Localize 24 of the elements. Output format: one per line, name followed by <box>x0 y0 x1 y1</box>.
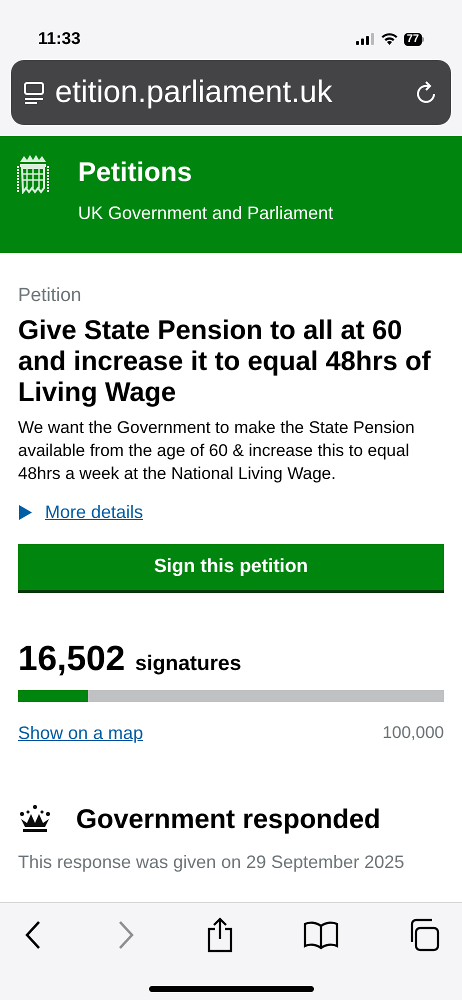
response-date: This response was given on 29 September 2025 <box>18 851 406 874</box>
signatures-label: signatures <box>135 651 242 677</box>
page-menu-icon[interactable] <box>23 80 45 104</box>
signal-icon <box>356 33 375 45</box>
wifi-icon <box>380 33 398 45</box>
url-text: etition.parliament.uk <box>55 73 334 112</box>
more-details-link[interactable]: More details <box>45 499 144 526</box>
address-bar[interactable]: etition.parliament.uk <box>11 60 451 125</box>
status-time: 11:33 <box>38 28 81 50</box>
signature-count: 16,502 <box>18 638 126 680</box>
disclosure-triangle-icon[interactable] <box>18 505 33 520</box>
header-title[interactable]: Petitions <box>78 154 334 190</box>
portcullis-icon <box>17 154 49 194</box>
show-map-link[interactable]: Show on a map <box>18 720 144 746</box>
header-subtitle: UK Government and Parliament <box>78 202 334 225</box>
sign-petition-button[interactable]: Sign this petition <box>18 544 444 593</box>
book-icon[interactable] <box>303 920 339 950</box>
petition-summary: We want the Government to make the State Pension available from the age of 60 & increase this to equal 48hrs a week at the National Living Wage. <box>18 417 416 485</box>
petition-label: Petition <box>18 285 82 307</box>
battery-icon: 77 <box>404 32 424 46</box>
response-heading: Government responded <box>76 802 381 836</box>
crown-icon <box>18 804 52 833</box>
signature-target: 100,000 <box>382 722 444 744</box>
petition-title: Give State Pension to all at 60 and increase it to equal 48hrs of Living Wage <box>18 315 432 408</box>
